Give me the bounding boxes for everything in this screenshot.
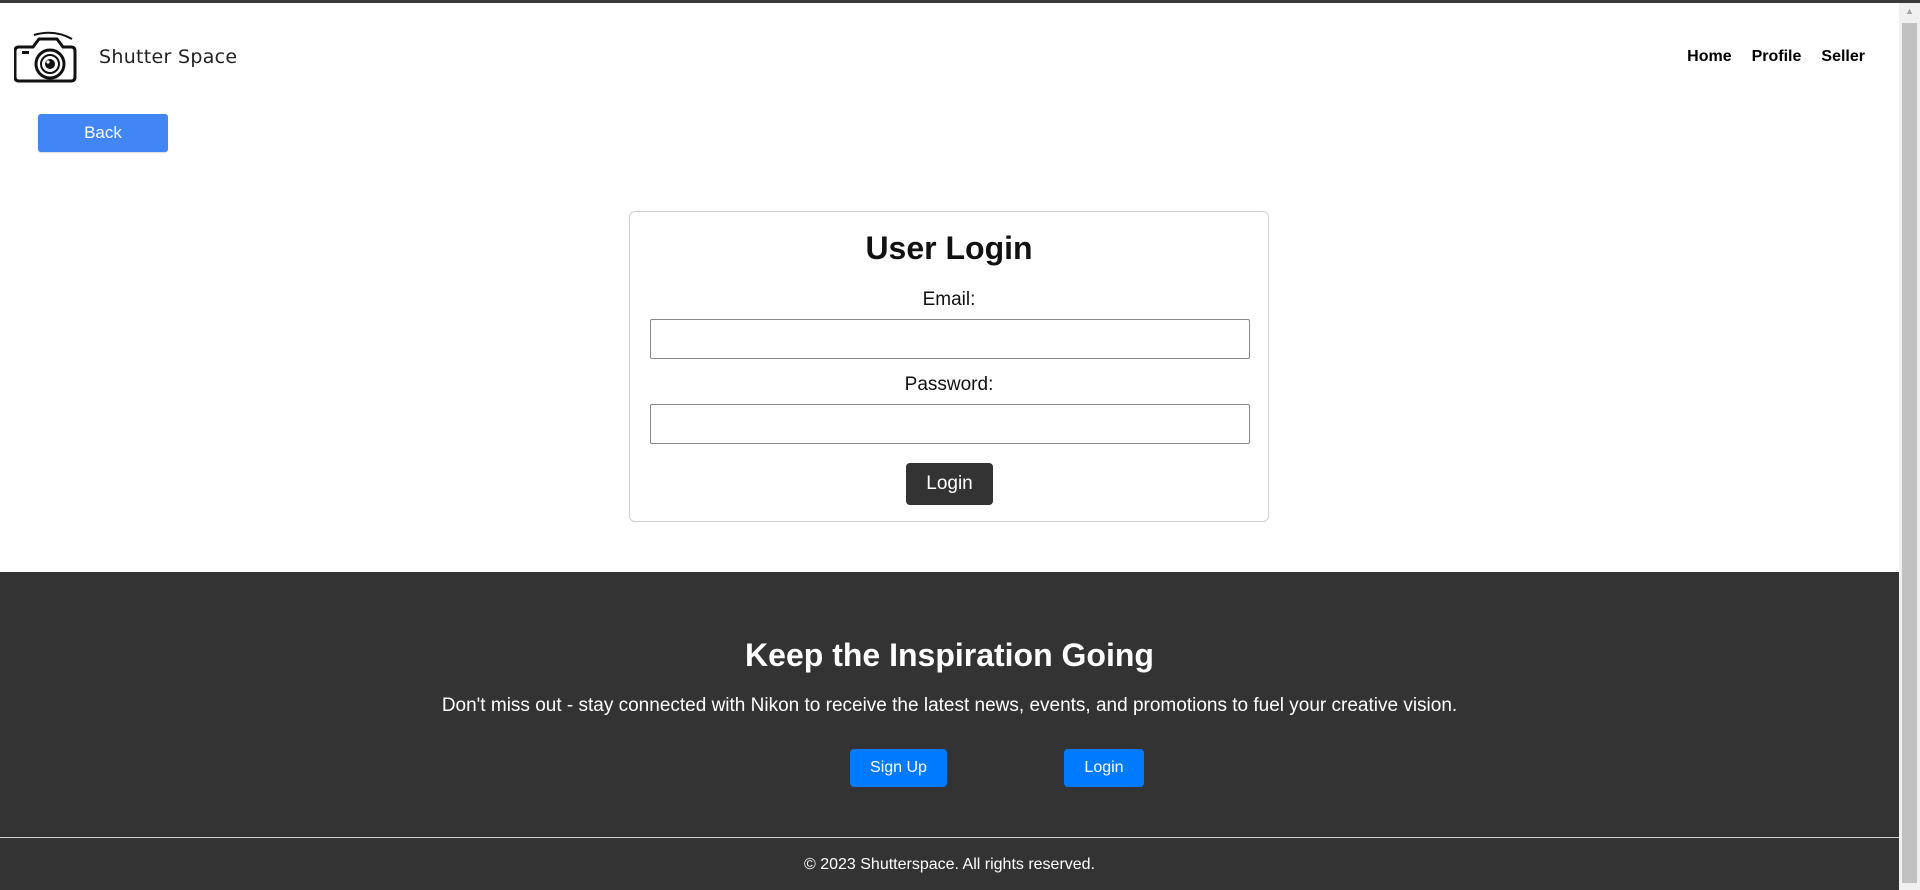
- footer-cta: Keep the Inspiration Going Don't miss ou…: [0, 572, 1899, 837]
- footer-text: Don't miss out - stay connected with Nik…: [441, 695, 1458, 716]
- password-input[interactable]: [650, 404, 1250, 444]
- footer-login-button[interactable]: Login: [1064, 749, 1144, 787]
- copyright-bar: © 2023 Shutterspace. All rights reserved…: [0, 837, 1899, 890]
- camera-logo-icon[interactable]: [13, 31, 78, 85]
- login-title: User Login: [865, 230, 1033, 266]
- signup-button[interactable]: Sign Up: [850, 749, 947, 787]
- copyright-text: © 2023 Shutterspace. All rights reserved…: [803, 856, 1096, 873]
- email-input[interactable]: [650, 319, 1250, 359]
- password-label: Password:: [904, 374, 994, 395]
- nav-profile-link[interactable]: Profile: [1752, 48, 1802, 66]
- nav-seller-link[interactable]: Seller: [1821, 48, 1865, 66]
- nav-home-link[interactable]: Home: [1687, 48, 1731, 66]
- site-header: Shutter Space Home Profile Seller: [0, 3, 1899, 113]
- login-submit-button[interactable]: Login: [906, 463, 993, 505]
- back-button[interactable]: Back: [38, 114, 168, 152]
- email-label: Email:: [922, 289, 976, 310]
- scrollbar-thumb[interactable]: [1902, 23, 1917, 883]
- page: Shutter Space Home Profile Seller Back U…: [0, 3, 1899, 890]
- main-nav: Home Profile Seller: [1667, 48, 1865, 66]
- login-card: User Login Email: Password: Login: [629, 211, 1269, 522]
- browser-viewport: Shutter Space Home Profile Seller Back U…: [0, 0, 1920, 890]
- vertical-scrollbar[interactable]: ▲: [1899, 3, 1920, 890]
- footer-title: Keep the Inspiration Going: [745, 637, 1154, 673]
- scroll-up-arrow-icon[interactable]: ▲: [1899, 3, 1920, 20]
- brand-name: Shutter Space: [99, 46, 238, 68]
